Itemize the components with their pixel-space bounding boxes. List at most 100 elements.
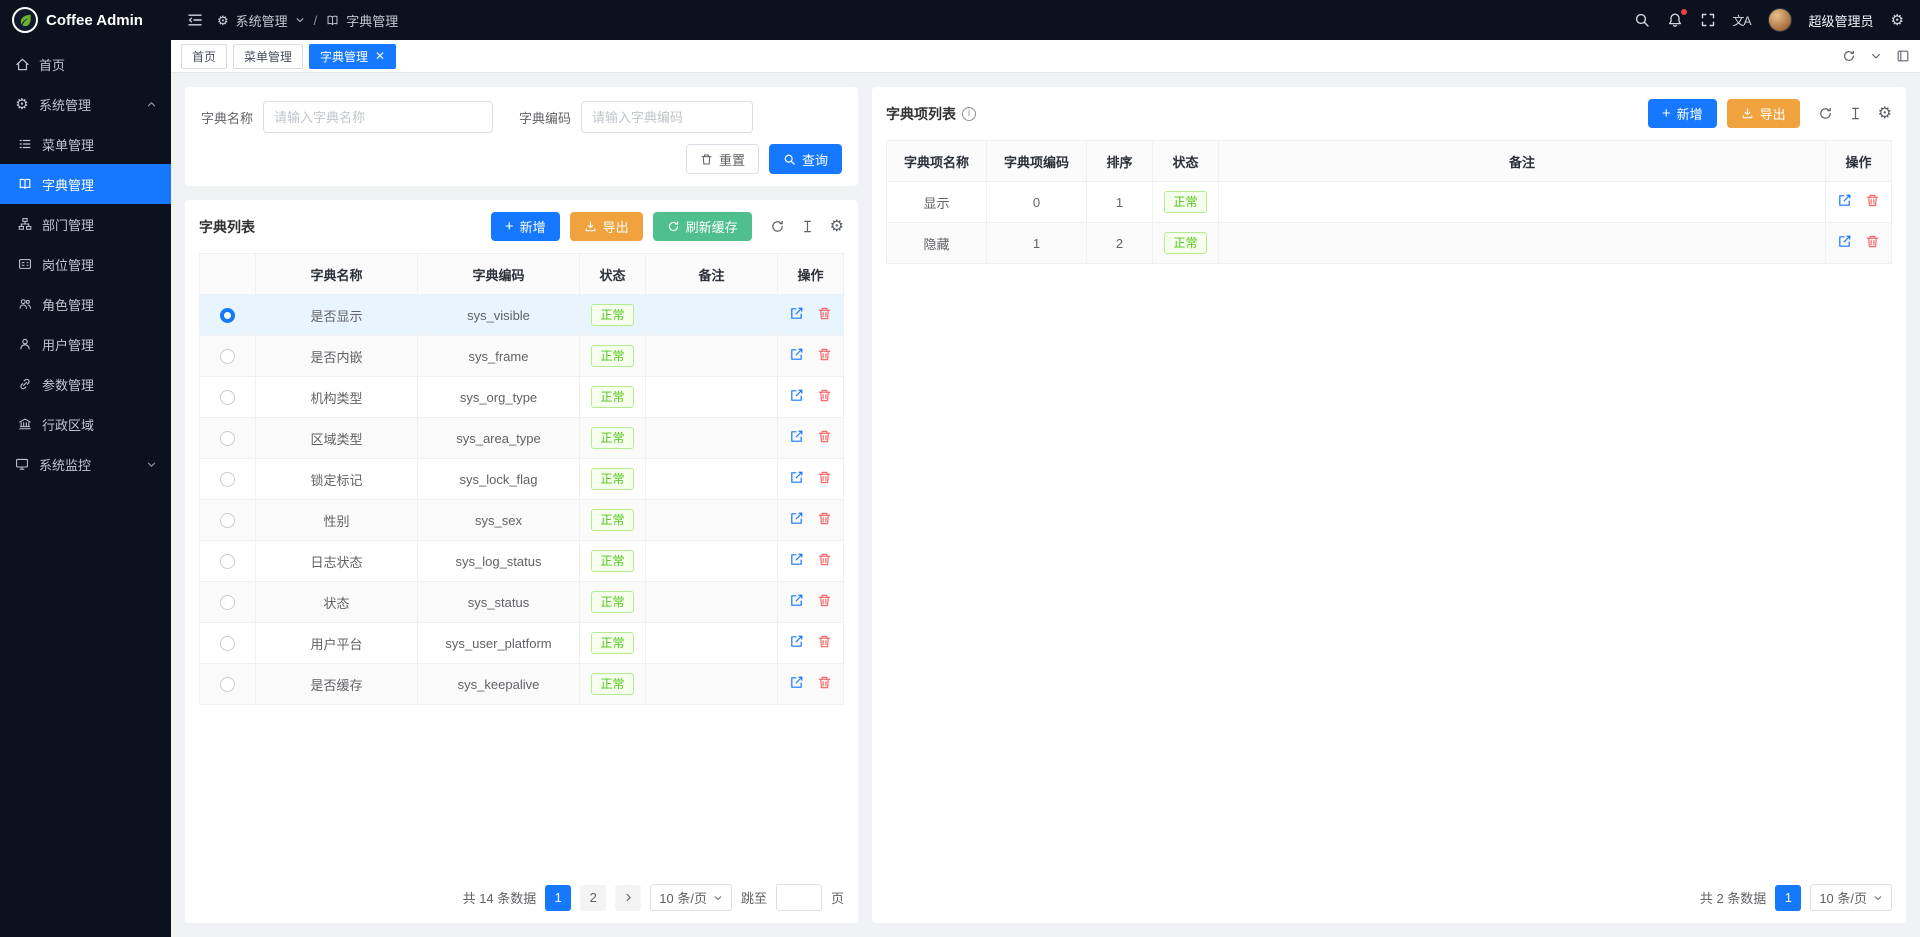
- delete-icon[interactable]: [1865, 193, 1880, 208]
- delete-icon[interactable]: [817, 347, 832, 362]
- close-icon[interactable]: ✕: [375, 50, 385, 62]
- page-size-select[interactable]: 10 条/页: [650, 884, 732, 911]
- row-select-radio[interactable]: [220, 472, 235, 487]
- settings-gear-icon[interactable]: ⚙: [1891, 13, 1904, 28]
- query-button[interactable]: 查询: [769, 144, 842, 174]
- page-size-select[interactable]: 10 条/页: [1810, 884, 1892, 911]
- dict-table-row[interactable]: 锁定标记sys_lock_flag正常: [200, 459, 844, 500]
- delete-icon[interactable]: [817, 429, 832, 444]
- row-select-radio[interactable]: [220, 554, 235, 569]
- row-select-radio[interactable]: [220, 595, 235, 610]
- delete-icon[interactable]: [817, 593, 832, 608]
- dict-table-row[interactable]: 是否缓存sys_keepalive正常: [200, 664, 844, 705]
- breadcrumb-item-dict[interactable]: 字典管理: [346, 11, 398, 30]
- app-logo[interactable]: Coffee Admin: [0, 0, 171, 40]
- column-settings-icon[interactable]: [1848, 106, 1863, 121]
- page-button-1[interactable]: 1: [1775, 885, 1801, 911]
- tab-options-chevron-icon[interactable]: [1870, 50, 1882, 62]
- dict-item-table-row[interactable]: 隐藏12正常: [887, 223, 1892, 264]
- sidebar-item-home[interactable]: 首页: [0, 44, 171, 84]
- add-button[interactable]: +新增: [491, 212, 560, 241]
- add-item-button[interactable]: +新增: [1648, 99, 1717, 128]
- sidebar-item-system-monitor[interactable]: 系统监控: [0, 444, 171, 484]
- sidebar-item-system-management[interactable]: ⚙ 系统管理: [0, 84, 171, 124]
- sidebar-item-menu-management[interactable]: 菜单管理: [0, 124, 171, 164]
- avatar[interactable]: [1768, 8, 1792, 32]
- dict-table-row[interactable]: 性别sys_sex正常: [200, 500, 844, 541]
- edit-icon[interactable]: [789, 552, 804, 567]
- delete-icon[interactable]: [817, 552, 832, 567]
- delete-icon[interactable]: [1865, 234, 1880, 249]
- sidebar-item-dept-management[interactable]: 部门管理: [0, 204, 171, 244]
- dict-table-row[interactable]: 区域类型sys_area_type正常: [200, 418, 844, 459]
- row-select-radio[interactable]: [220, 349, 235, 364]
- dict-code-input[interactable]: [581, 101, 753, 133]
- tab-menu-management[interactable]: 菜单管理: [233, 44, 303, 69]
- row-select-radio[interactable]: [220, 308, 235, 323]
- edit-icon[interactable]: [789, 306, 804, 321]
- sidebar-item-role-management[interactable]: 角色管理: [0, 284, 171, 324]
- sidebar-item-user-management[interactable]: 用户管理: [0, 324, 171, 364]
- refresh-table-icon[interactable]: [770, 219, 785, 234]
- fullscreen-icon[interactable]: [1700, 12, 1716, 28]
- sidebar-item-region-management[interactable]: 行政区域: [0, 404, 171, 444]
- info-icon[interactable]: i: [962, 107, 976, 121]
- row-select-radio[interactable]: [220, 677, 235, 692]
- breadcrumb-item-system[interactable]: 系统管理: [236, 11, 288, 30]
- dict-table-row[interactable]: 用户平台sys_user_platform正常: [200, 623, 844, 664]
- delete-icon[interactable]: [817, 634, 832, 649]
- edit-icon[interactable]: [789, 634, 804, 649]
- sidebar-item-param-management[interactable]: 参数管理: [0, 364, 171, 404]
- sidebar-item-post-management[interactable]: 岗位管理: [0, 244, 171, 284]
- table-settings-gear-icon[interactable]: ⚙: [830, 219, 844, 235]
- dict-table-row[interactable]: 机构类型sys_org_type正常: [200, 377, 844, 418]
- translate-icon[interactable]: 文A: [1733, 12, 1751, 29]
- edit-icon[interactable]: [789, 593, 804, 608]
- column-settings-icon[interactable]: [800, 219, 815, 234]
- tab-home[interactable]: 首页: [181, 44, 227, 69]
- collapse-sidebar-icon[interactable]: [187, 12, 203, 28]
- dict-name-input[interactable]: [263, 101, 493, 133]
- delete-icon[interactable]: [817, 306, 832, 321]
- dict-table-row[interactable]: 是否内嵌sys_frame正常: [200, 336, 844, 377]
- delete-icon[interactable]: [817, 470, 832, 485]
- notification-bell-icon[interactable]: [1667, 12, 1683, 28]
- page-button-2[interactable]: 2: [580, 885, 606, 911]
- dict-table-row[interactable]: 状态sys_status正常: [200, 582, 844, 623]
- content-fullscreen-icon[interactable]: [1896, 49, 1910, 63]
- edit-icon[interactable]: [789, 470, 804, 485]
- dict-item-table-row[interactable]: 显示01正常: [887, 182, 1892, 223]
- edit-icon[interactable]: [1837, 234, 1852, 249]
- edit-icon[interactable]: [1837, 193, 1852, 208]
- row-select-radio[interactable]: [220, 513, 235, 528]
- current-user-name[interactable]: 超级管理员: [1809, 11, 1874, 30]
- dict-table-row[interactable]: 是否显示sys_visible正常: [200, 295, 844, 336]
- row-select-radio[interactable]: [220, 390, 235, 405]
- delete-icon[interactable]: [817, 511, 832, 526]
- edit-icon[interactable]: [789, 347, 804, 362]
- refresh-icon[interactable]: [1842, 49, 1856, 63]
- delete-icon[interactable]: [817, 675, 832, 690]
- row-select-radio[interactable]: [220, 636, 235, 651]
- row-select-radio[interactable]: [220, 431, 235, 446]
- edit-icon[interactable]: [789, 388, 804, 403]
- delete-icon[interactable]: [817, 388, 832, 403]
- refresh-table-icon[interactable]: [1818, 106, 1833, 121]
- chevron-down-icon[interactable]: [295, 15, 305, 25]
- edit-icon[interactable]: [789, 429, 804, 444]
- dict-table-row[interactable]: 日志状态sys_log_status正常: [200, 541, 844, 582]
- next-page-button[interactable]: [615, 885, 641, 911]
- reset-button[interactable]: 重置: [686, 144, 759, 174]
- sidebar-item-dict-management[interactable]: 字典管理: [0, 164, 171, 204]
- page-button-1[interactable]: 1: [545, 885, 571, 911]
- search-icon[interactable]: [1634, 12, 1650, 28]
- table-settings-gear-icon[interactable]: ⚙: [1878, 106, 1892, 122]
- export-item-button[interactable]: 导出: [1727, 99, 1800, 128]
- jump-page-input[interactable]: [776, 884, 822, 911]
- tab-dict-management[interactable]: 字典管理✕: [309, 44, 396, 69]
- query-button-label: 查询: [802, 150, 828, 169]
- refresh-cache-button[interactable]: 刷新缓存: [653, 212, 752, 241]
- export-button[interactable]: 导出: [570, 212, 643, 241]
- edit-icon[interactable]: [789, 511, 804, 526]
- edit-icon[interactable]: [789, 675, 804, 690]
